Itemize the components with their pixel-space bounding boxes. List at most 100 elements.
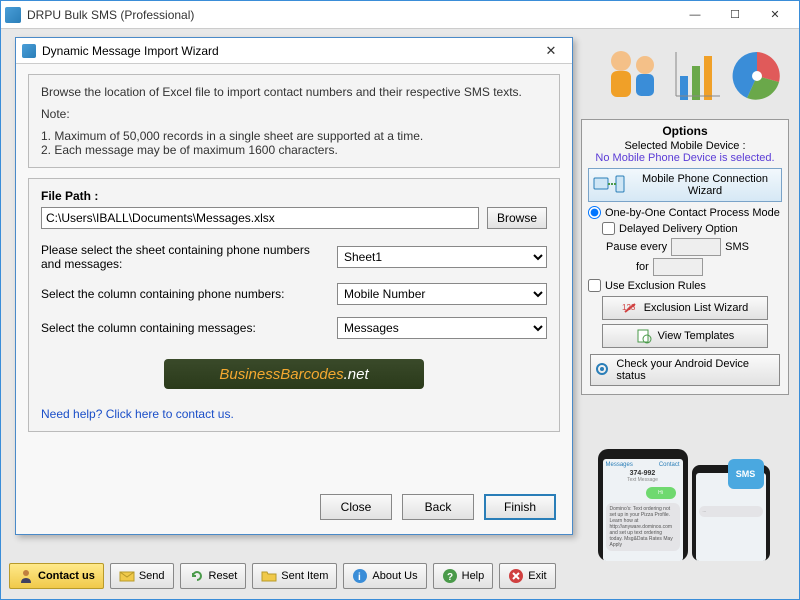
phone-column-select[interactable]: Mobile Number bbox=[337, 283, 547, 305]
delayed-delivery-label: Delayed Delivery Option bbox=[619, 223, 738, 235]
select-msg-col-label: Select the column containing messages: bbox=[41, 321, 327, 335]
file-path-input[interactable] bbox=[41, 207, 479, 229]
pause-for-input[interactable] bbox=[653, 258, 703, 276]
no-device-text: No Mobile Phone Device is selected. bbox=[588, 152, 782, 164]
use-exclusion-input[interactable] bbox=[588, 279, 601, 292]
phone-number: 374-992 bbox=[606, 470, 680, 477]
check-android-status-button[interactable]: Check your Android Device status bbox=[590, 354, 780, 386]
options-title: Options bbox=[588, 124, 782, 138]
sent-item-label: Sent Item bbox=[281, 570, 328, 582]
phone-mock-front: MessagesContact 374-992 Text Message Hi … bbox=[598, 449, 688, 561]
file-path-label: File Path : bbox=[41, 189, 547, 203]
dialog-titlebar: Dynamic Message Import Wizard ✕ bbox=[16, 38, 572, 64]
phone-bubble-received: Domino's: Text ordering not set up in yo… bbox=[606, 503, 680, 551]
folder-icon bbox=[261, 568, 277, 584]
about-label: About Us bbox=[372, 570, 417, 582]
minimize-button[interactable]: — bbox=[675, 3, 715, 27]
help-icon: ? bbox=[442, 568, 458, 584]
selected-device-label: Selected Mobile Device : bbox=[588, 140, 782, 152]
main-window: DRPU Bulk SMS (Professional) — ☐ ✕ Optio… bbox=[0, 0, 800, 600]
watermark-text-1: BusinessBarcodes bbox=[219, 366, 343, 383]
watermark: BusinessBarcodes.net bbox=[164, 359, 424, 389]
exit-label: Exit bbox=[528, 570, 546, 582]
send-label: Send bbox=[139, 570, 165, 582]
header-illustration bbox=[597, 31, 787, 121]
dialog-title: Dynamic Message Import Wizard bbox=[42, 44, 536, 58]
use-exclusion-label: Use Exclusion Rules bbox=[605, 280, 706, 292]
bottom-toolbar: Contact us Send Reset Sent Item i About … bbox=[9, 563, 556, 589]
pause-every-label: Pause every bbox=[606, 241, 667, 253]
dialog-note-1: 1. Maximum of 50,000 records in a single… bbox=[41, 129, 547, 143]
pause-every-row: Pause every SMS bbox=[606, 238, 782, 256]
phone-sub: Text Message bbox=[606, 477, 680, 483]
maximize-button[interactable]: ☐ bbox=[715, 3, 755, 27]
dialog-icon bbox=[22, 44, 36, 58]
view-templates-label: View Templates bbox=[658, 330, 735, 342]
window-title: DRPU Bulk SMS (Professional) bbox=[27, 8, 675, 22]
gear-icon bbox=[595, 362, 610, 378]
contact-us-button[interactable]: Contact us bbox=[9, 563, 104, 589]
pause-for-label: for bbox=[636, 261, 649, 273]
phone-contact-label: Contact bbox=[659, 462, 680, 468]
select-phone-col-label: Select the column containing phone numbe… bbox=[41, 287, 327, 301]
close-button[interactable]: ✕ bbox=[755, 3, 795, 27]
pause-for-row: for bbox=[606, 258, 782, 276]
import-wizard-dialog: Dynamic Message Import Wizard ✕ Browse t… bbox=[15, 37, 573, 535]
dialog-finish-btn[interactable]: Finish bbox=[484, 494, 556, 520]
about-us-button[interactable]: i About Us bbox=[343, 563, 426, 589]
templates-icon bbox=[636, 328, 652, 344]
reset-button[interactable]: Reset bbox=[180, 563, 247, 589]
dialog-intro-group: Browse the location of Excel file to imp… bbox=[28, 74, 560, 168]
envelope-icon bbox=[119, 568, 135, 584]
svg-text:?: ? bbox=[447, 572, 453, 583]
connection-wizard-button[interactable]: Mobile Phone Connection Wizard bbox=[588, 168, 782, 202]
dialog-note-heading: Note: bbox=[41, 107, 547, 121]
one-by-one-radio-input[interactable] bbox=[588, 206, 601, 219]
check-android-label: Check your Android Device status bbox=[616, 358, 775, 382]
view-templates-button[interactable]: View Templates bbox=[602, 324, 768, 348]
phones-illustration: MessagesContact 374-992 Text Message Hi … bbox=[576, 441, 791, 561]
app-icon bbox=[5, 7, 21, 23]
one-by-one-label: One-by-One Contact Process Mode bbox=[605, 207, 780, 219]
sheet-select[interactable]: Sheet1 bbox=[337, 246, 547, 268]
dialog-form-group: File Path : Browse Please select the she… bbox=[28, 178, 560, 432]
options-panel: Options Selected Mobile Device : No Mobi… bbox=[581, 119, 789, 395]
dialog-note-2: 2. Each message may be of maximum 1600 c… bbox=[41, 143, 547, 157]
exclusion-list-wizard-button[interactable]: 123 Exclusion List Wizard bbox=[602, 296, 768, 320]
sms-unit-label: SMS bbox=[725, 241, 749, 253]
message-column-select[interactable]: Messages bbox=[337, 317, 547, 339]
exclusion-icon: 123 bbox=[622, 300, 638, 316]
info-icon: i bbox=[352, 568, 368, 584]
phone-bubble-sent: Hi bbox=[646, 487, 676, 499]
sent-item-button[interactable]: Sent Item bbox=[252, 563, 337, 589]
select-sheet-label: Please select the sheet containing phone… bbox=[41, 243, 327, 271]
dialog-intro-text: Browse the location of Excel file to imp… bbox=[41, 85, 547, 99]
delayed-delivery-input[interactable] bbox=[602, 222, 615, 235]
use-exclusion-check[interactable]: Use Exclusion Rules bbox=[588, 279, 782, 292]
svg-text:i: i bbox=[358, 572, 361, 583]
phone-mock-back: SMS ... bbox=[692, 465, 770, 561]
exit-icon bbox=[508, 568, 524, 584]
browse-button[interactable]: Browse bbox=[487, 207, 547, 229]
sms-badge: SMS bbox=[728, 459, 764, 489]
dialog-close-button[interactable]: ✕ bbox=[536, 41, 566, 61]
contact-us-label: Contact us bbox=[38, 570, 95, 582]
help-button[interactable]: ? Help bbox=[433, 563, 494, 589]
dialog-close-btn[interactable]: Close bbox=[320, 494, 392, 520]
pause-every-input[interactable] bbox=[671, 238, 721, 256]
send-button[interactable]: Send bbox=[110, 563, 174, 589]
main-titlebar: DRPU Bulk SMS (Professional) — ☐ ✕ bbox=[1, 1, 799, 29]
dialog-back-btn[interactable]: Back bbox=[402, 494, 474, 520]
connection-wizard-label: Mobile Phone Connection Wizard bbox=[633, 173, 777, 197]
watermark-text-2: .net bbox=[344, 366, 369, 383]
delayed-delivery-check[interactable]: Delayed Delivery Option bbox=[602, 222, 782, 235]
exclusion-wizard-label: Exclusion List Wizard bbox=[644, 302, 749, 314]
reset-label: Reset bbox=[209, 570, 238, 582]
help-link[interactable]: Need help? Click here to contact us. bbox=[41, 407, 234, 421]
one-by-one-radio[interactable]: One-by-One Contact Process Mode bbox=[588, 206, 782, 219]
connection-wizard-icon bbox=[593, 174, 627, 196]
reset-icon bbox=[189, 568, 205, 584]
exit-button[interactable]: Exit bbox=[499, 563, 555, 589]
person-icon bbox=[18, 568, 34, 584]
help-label: Help bbox=[462, 570, 485, 582]
